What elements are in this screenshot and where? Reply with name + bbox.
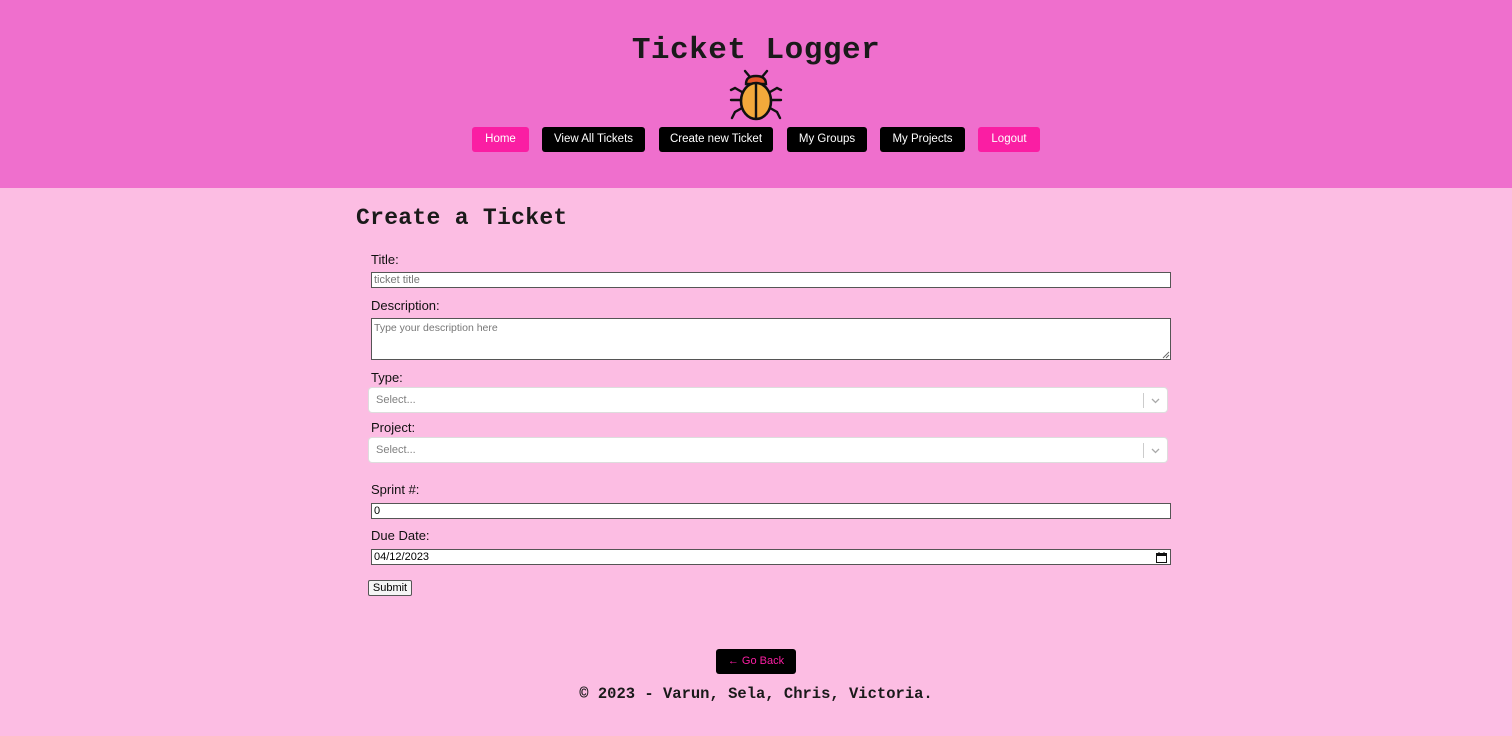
due-date-value: 04/12/2023 — [374, 551, 430, 563]
sprint-input[interactable] — [371, 503, 1171, 519]
header: Ticket Logger Home View All Tickets Crea… — [0, 0, 1512, 188]
nav-my-groups-button[interactable]: My Groups — [787, 127, 867, 152]
due-date-input[interactable]: 04/12/2023 — [371, 549, 1171, 565]
bug-icon — [729, 69, 783, 121]
app-title: Ticket Logger — [631, 33, 881, 68]
main-nav: Home View All Tickets Create new Ticket … — [0, 127, 1512, 152]
chevron-down-icon[interactable] — [1149, 394, 1162, 407]
chevron-down-icon[interactable] — [1149, 444, 1162, 457]
type-select-placeholder: Select... — [376, 394, 416, 406]
due-date-label: Due Date: — [371, 528, 430, 543]
go-back-button[interactable]: ← Go Back — [716, 649, 796, 674]
title-input[interactable] — [371, 272, 1171, 288]
calendar-icon[interactable] — [1156, 552, 1167, 563]
description-label: Description: — [371, 298, 440, 313]
title-label: Title: — [371, 252, 399, 267]
project-select-placeholder: Select... — [376, 444, 416, 456]
project-label: Project: — [371, 420, 416, 435]
nav-view-all-tickets-button[interactable]: View All Tickets — [542, 127, 645, 152]
type-label: Type: — [371, 370, 403, 385]
page-title: Create a Ticket — [356, 205, 568, 231]
sprint-label: Sprint #: — [371, 482, 420, 497]
description-textarea[interactable] — [371, 318, 1171, 360]
select-separator — [1143, 393, 1144, 408]
type-select[interactable]: Select... — [368, 387, 1168, 413]
project-select[interactable]: Select... — [368, 437, 1168, 463]
footer-copyright: © 2023 - Varun, Sela, Chris, Victoria. — [579, 685, 933, 703]
nav-my-projects-button[interactable]: My Projects — [880, 127, 965, 152]
nav-create-ticket-button[interactable]: Create new Ticket — [659, 127, 773, 152]
select-separator — [1143, 443, 1144, 458]
nav-logout-button[interactable]: Logout — [978, 127, 1040, 152]
nav-home-button[interactable]: Home — [472, 127, 529, 152]
submit-button[interactable]: Submit — [368, 580, 412, 596]
